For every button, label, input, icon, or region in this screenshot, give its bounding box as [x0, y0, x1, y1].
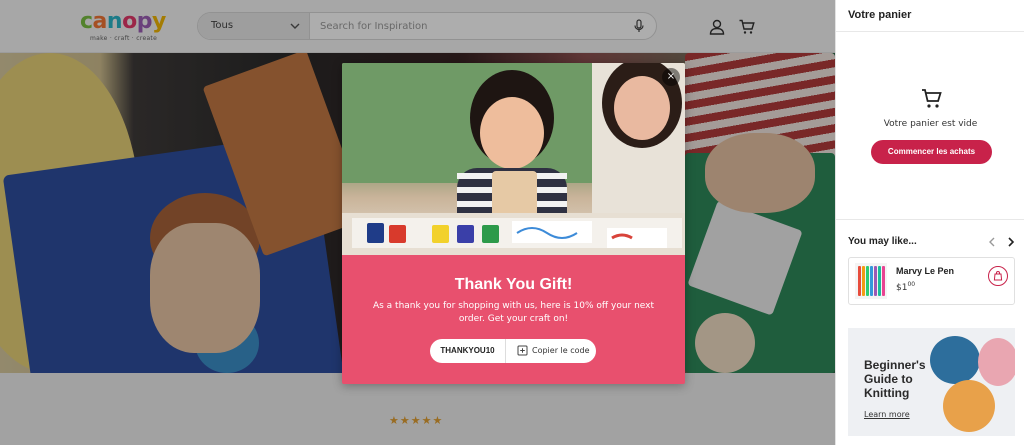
cart-title: Votre panier	[848, 9, 912, 21]
discount-code-pill: THANKYOU10 Copier le code	[430, 339, 596, 363]
learn-more-link[interactable]: Learn more	[864, 410, 910, 419]
shopping-bag-icon	[993, 271, 1003, 281]
knitting-guide-promo[interactable]: Beginner's Guide to Knitting Learn more	[848, 328, 1015, 436]
cart-panel: Votre panier Votre panier est vide Comme…	[835, 0, 1024, 445]
divider	[836, 219, 1024, 220]
chevron-left-icon[interactable]	[987, 236, 997, 248]
recommendations-title: You may like...	[848, 236, 917, 247]
modal-message: As a thank you for shopping with us, her…	[372, 301, 655, 324]
close-button[interactable]: ×	[662, 68, 680, 86]
recommendation-card[interactable]: Marvy Le Pen $100	[848, 257, 1015, 305]
kids-painting-illustration	[342, 63, 685, 255]
promo-title: Beginner's Guide to Knitting	[864, 358, 926, 400]
empty-cart-icon	[922, 89, 942, 108]
thank-you-gift-modal: × Thank You Gift! As a thank you for sho…	[342, 63, 685, 384]
add-to-cart-button[interactable]	[988, 266, 1008, 286]
modal-title: Thank You Gift!	[454, 276, 573, 293]
cart-empty-message: Votre panier est vide	[883, 119, 978, 129]
product-name[interactable]: Marvy Le Pen	[896, 266, 954, 276]
copy-code-label: Copier le code	[532, 346, 590, 355]
chevron-right-icon[interactable]	[1006, 236, 1016, 248]
modal-photo: ×	[342, 63, 685, 255]
product-price: $100	[896, 281, 916, 293]
product-thumbnail	[855, 263, 887, 299]
divider	[836, 31, 1024, 32]
copy-code-button[interactable]: Copier le code	[507, 339, 596, 363]
yarn-ball-image	[943, 380, 995, 432]
discount-code[interactable]: THANKYOU10	[430, 339, 506, 363]
start-shopping-button[interactable]: Commencer les achats	[871, 140, 992, 164]
copy-icon	[517, 345, 528, 356]
yarn-ball-image	[978, 338, 1015, 386]
